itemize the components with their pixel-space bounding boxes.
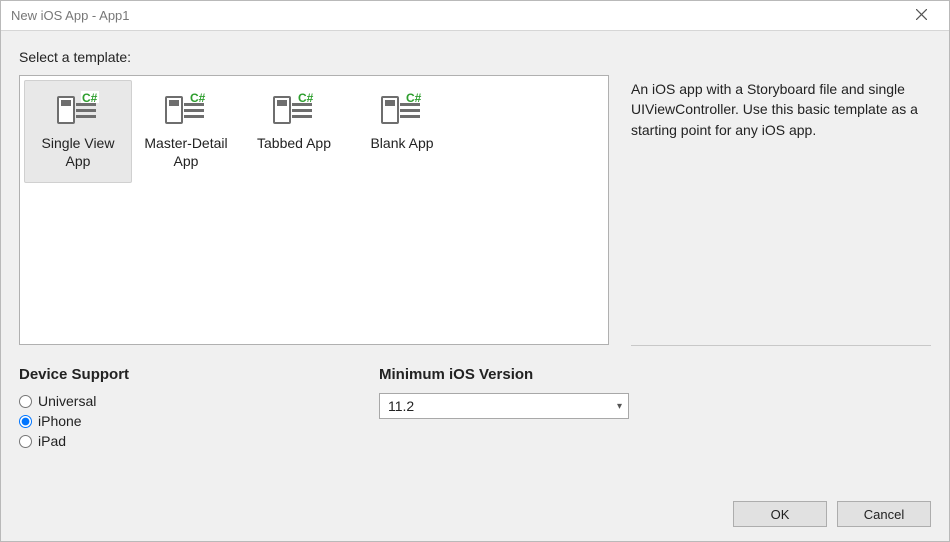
csharp-app-icon: C# [273, 91, 315, 127]
template-label: Blank App [353, 135, 451, 153]
close-icon [916, 8, 927, 23]
radio-input[interactable] [19, 435, 32, 448]
template-master-detail-app[interactable]: C# Master-Detail App [132, 80, 240, 183]
window-title: New iOS App - App1 [11, 8, 130, 23]
button-label: OK [771, 507, 790, 522]
template-label: Master-Detail App [137, 135, 235, 170]
device-option-universal[interactable]: Universal [19, 393, 319, 409]
csharp-app-icon: C# [381, 91, 423, 127]
radio-label: Universal [38, 393, 96, 409]
min-ios-heading: Minimum iOS Version [379, 366, 659, 383]
device-support-heading: Device Support [19, 366, 319, 383]
svg-text:C#: C# [406, 91, 422, 105]
device-option-ipad[interactable]: iPad [19, 433, 319, 449]
dialog-footer: OK Cancel [19, 485, 931, 527]
separator [631, 345, 931, 346]
titlebar: New iOS App - App1 [1, 1, 949, 31]
template-description-pane: An iOS app with a Storyboard file and si… [631, 75, 931, 345]
template-description: An iOS app with a Storyboard file and si… [631, 79, 931, 140]
device-support-group: Device Support Universal iPhone iPad [19, 366, 319, 453]
radio-input[interactable] [19, 415, 32, 428]
template-label: Tabbed App [245, 135, 343, 153]
ok-button[interactable]: OK [733, 501, 827, 527]
close-button[interactable] [901, 2, 941, 30]
template-list: C# Single View App C# [19, 75, 609, 345]
dialog-content: Select a template: C# [1, 31, 949, 541]
svg-text:C#: C# [190, 91, 206, 105]
svg-text:C#: C# [82, 91, 98, 105]
template-tabbed-app[interactable]: C# Tabbed App [240, 80, 348, 166]
radio-input[interactable] [19, 395, 32, 408]
template-single-view-app[interactable]: C# Single View App [24, 80, 132, 183]
radio-label: iPad [38, 433, 66, 449]
template-blank-app[interactable]: C# Blank App [348, 80, 456, 166]
cancel-button[interactable]: Cancel [837, 501, 931, 527]
select-value: 11.2 [388, 398, 414, 414]
svg-text:C#: C# [298, 91, 314, 105]
select-template-prompt: Select a template: [19, 49, 931, 65]
device-option-iphone[interactable]: iPhone [19, 413, 319, 429]
dialog-window: New iOS App - App1 Select a template: [0, 0, 950, 542]
min-ios-select[interactable]: 11.2 ▾ [379, 393, 629, 419]
chevron-down-icon: ▾ [617, 401, 622, 412]
radio-label: iPhone [38, 413, 82, 429]
min-ios-group: Minimum iOS Version 11.2 ▾ [379, 366, 659, 453]
csharp-app-icon: C# [57, 91, 99, 127]
csharp-app-icon: C# [165, 91, 207, 127]
button-label: Cancel [864, 507, 904, 522]
template-label: Single View App [29, 135, 127, 170]
